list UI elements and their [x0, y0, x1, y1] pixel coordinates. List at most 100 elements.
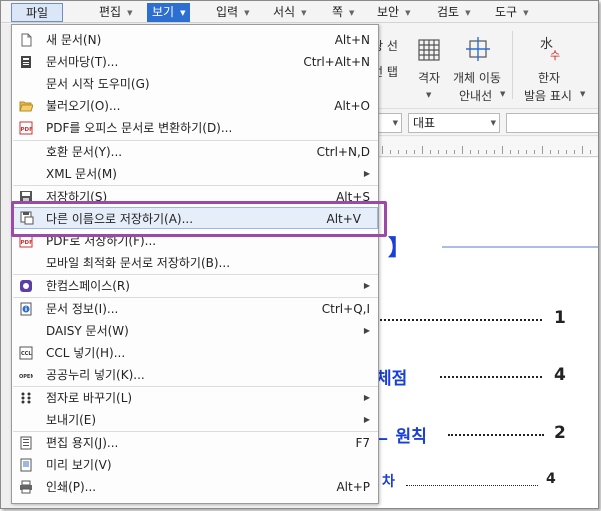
- chevron-down-icon: ▼: [426, 91, 432, 99]
- chevron-down-icon: ▼: [349, 8, 355, 17]
- menu-item-ccl[interactable]: CCL CCL 넣기(H)...: [13, 342, 378, 364]
- chevron-down-icon: ▼: [523, 8, 529, 17]
- ruler-tick: [526, 150, 527, 154]
- menu-item-shortcut: Alt+N: [334, 33, 370, 47]
- ruler-tick: [414, 150, 415, 154]
- menu-item-shortcut: Ctrl+Alt+N: [303, 55, 370, 69]
- menu-item-shortcut: Ctrl+Q,I: [321, 302, 370, 316]
- menu-item-new[interactable]: 새 문서(N) Alt+N: [13, 29, 378, 51]
- menu-item-pdf-convert[interactable]: PDF PDF를 오피스 문서로 변환하기(D)...: [13, 117, 378, 139]
- new-document-icon: [21, 33, 32, 47]
- menu-item-compat-doc[interactable]: 호환 문서(Y)... Ctrl+N,D: [13, 141, 378, 163]
- menu-item-label: 보내기(E): [46, 413, 97, 427]
- ruler-tick: [574, 150, 575, 154]
- ruler-tick: [534, 150, 535, 154]
- menu-security-label: 보안: [377, 5, 400, 19]
- menu-item-hancom-space[interactable]: 한컴스페이스(R) ▶: [13, 275, 378, 297]
- menu-file[interactable]: 파일: [11, 3, 63, 22]
- menu-tools[interactable]: 도구 ▼: [495, 3, 528, 22]
- grid-button[interactable]: 격자 ▼: [410, 29, 448, 107]
- document-page: 】 1 체점 4 ㄴ 원칙 2 차 4: [374, 158, 598, 508]
- menu-item-page-setup[interactable]: 편집 용지(J)... F7: [13, 432, 378, 454]
- folder-open-icon: [19, 101, 33, 112]
- chevron-right-icon: ▶: [363, 393, 370, 402]
- highlight-annotation: [11, 201, 387, 237]
- menu-item-xml-doc[interactable]: XML 문서(M) ▶: [13, 163, 378, 185]
- menu-input-label: 입력: [216, 5, 239, 19]
- menu-item-start-wizard[interactable]: 문서 시작 도우미(G): [13, 73, 378, 95]
- chevron-down-icon: ▼: [180, 8, 186, 17]
- menu-bar: 파일 편집 ▼ 보기 ▼ 입력 ▼ 서식 ▼ 쪽 ▼ 보안 ▼ 검토 ▼ 도구 ▼: [1, 1, 598, 23]
- ruler-tick: [502, 146, 503, 154]
- guide-lines-icon: [466, 37, 490, 61]
- toc-entry-3: ㄴ 원칙: [374, 427, 427, 447]
- menu-item-templates[interactable]: 문서마당(T)... Ctrl+Alt+N: [13, 51, 378, 73]
- font-combo[interactable]: [506, 113, 598, 133]
- ruler: [378, 137, 598, 157]
- pdf-icon: PDF: [19, 121, 33, 135]
- braille-icon: [21, 392, 31, 404]
- left-margin: [1, 24, 11, 508]
- menu-item-open[interactable]: 불러오기(O)... Alt+O: [13, 95, 378, 117]
- menu-review[interactable]: 검토 ▼: [437, 3, 470, 22]
- ruler-tick: [478, 150, 479, 154]
- menu-input[interactable]: 입력 ▼: [216, 3, 249, 22]
- menu-item-braille[interactable]: 점자로 바꾸기(L) ▶: [13, 387, 378, 409]
- chevron-right-icon: ▶: [363, 326, 370, 335]
- ruler-tick: [590, 150, 591, 154]
- menu-item-label: 문서마당(T)...: [46, 55, 119, 69]
- ruler-tick: [582, 146, 583, 154]
- ruler-tick: [550, 150, 551, 154]
- menu-item-label: 모바일 최적화 문서로 저장하기(B)...: [46, 256, 231, 270]
- menu-item-doc-info[interactable]: 문서 정보(I)... Ctrl+Q,I: [13, 298, 378, 320]
- toc-leader: [406, 485, 538, 486]
- menu-item-label: 편집 용지(J)...: [46, 436, 119, 450]
- menu-edit[interactable]: 편집 ▼: [99, 3, 132, 22]
- doc-bracket: 】: [388, 236, 411, 261]
- menu-tools-label: 도구: [495, 5, 518, 19]
- menu-view-label: 보기: [152, 5, 175, 19]
- menu-item-daisy[interactable]: DAISY 문서(W) ▶: [13, 320, 378, 342]
- menu-security[interactable]: 보안 ▼: [377, 3, 410, 22]
- menu-item-open-license[interactable]: OPEN 공공누리 넣기(K)...: [13, 364, 378, 386]
- chevron-down-icon: ▼: [465, 8, 471, 17]
- menu-item-label: XML 문서(M): [46, 167, 117, 181]
- ribbon-separator: [512, 31, 513, 99]
- ruler-tick: [494, 150, 495, 154]
- ruler-tick: [422, 146, 423, 154]
- svg-text:PDF: PDF: [21, 127, 34, 133]
- formatting-toolbar: ▼ 대표 ▼: [376, 108, 598, 136]
- ruler-tick: [430, 150, 431, 154]
- menu-item-label: CCL 넣기(H)...: [46, 346, 126, 360]
- chevron-right-icon: ▶: [363, 415, 370, 424]
- menu-item-label: 새 문서(N): [46, 33, 102, 47]
- hanja-label-1: 한자: [538, 71, 561, 85]
- toc-page-3: 2: [554, 423, 566, 443]
- page-setup-icon: [20, 436, 32, 450]
- ruler-tick: [390, 150, 391, 154]
- hanja-pronunciation-button[interactable]: 水 수 한자 발음 표시 ▼: [520, 29, 586, 107]
- menu-item-preview[interactable]: 미리 보기(V): [13, 454, 378, 476]
- grid-label: 격자: [418, 71, 441, 85]
- object-move-guide-button[interactable]: 개체 이동 안내선 ▼: [450, 29, 508, 107]
- menu-edit-label: 편집: [99, 5, 122, 19]
- menu-view[interactable]: 보기 ▼: [147, 3, 191, 22]
- menu-format[interactable]: 서식 ▼: [273, 3, 306, 22]
- menu-item-label: 미리 보기(V): [46, 458, 112, 472]
- menu-item-export[interactable]: 보내기(E) ▶: [13, 409, 378, 431]
- menu-item-print[interactable]: 인쇄(P)... Alt+P: [13, 476, 378, 498]
- menu-item-save-mobile[interactable]: 모바일 최적화 문서로 저장하기(B)...: [13, 252, 378, 274]
- partial-combo[interactable]: ▼: [376, 113, 402, 133]
- menu-page[interactable]: 쪽 ▼: [332, 3, 354, 22]
- chevron-down-icon: ▼: [392, 119, 398, 127]
- toc-entry-2: 체점: [376, 369, 408, 389]
- menu-format-label: 서식: [273, 5, 296, 19]
- toc-page-4: 4: [546, 471, 556, 487]
- grid-icon: [418, 39, 440, 61]
- svg-text:OPEN: OPEN: [19, 374, 33, 380]
- ruler-tick: [454, 150, 455, 154]
- style-combo[interactable]: 대표 ▼: [408, 113, 500, 133]
- menu-item-label: DAISY 문서(W): [46, 324, 129, 338]
- svg-text:CCL: CCL: [21, 351, 32, 357]
- menu-item-label: 인쇄(P)...: [46, 480, 97, 494]
